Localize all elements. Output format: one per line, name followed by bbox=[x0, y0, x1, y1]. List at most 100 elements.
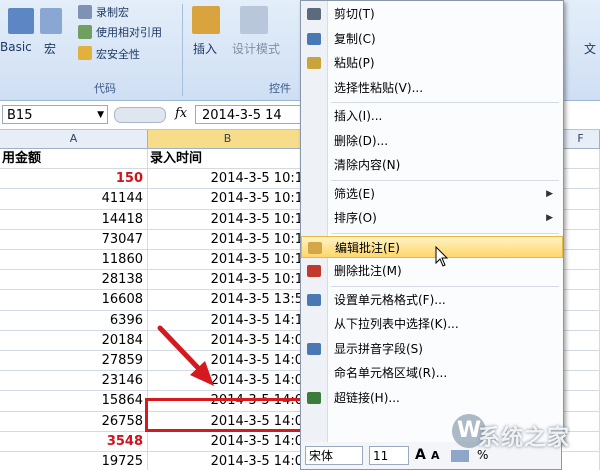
column-header-a[interactable]: A bbox=[0, 130, 148, 148]
design-mode-icon[interactable] bbox=[240, 6, 268, 34]
menu-item-13[interactable]: 显示拼音字段(S) bbox=[301, 338, 563, 360]
chevron-down-icon[interactable]: ▼ bbox=[97, 106, 104, 125]
menu-item-2[interactable]: 粘贴(P) bbox=[301, 52, 563, 74]
submenu-arrow-icon: ▶ bbox=[546, 188, 553, 199]
name-box[interactable]: B15 ▼ bbox=[2, 105, 108, 124]
relative-ref-button[interactable]: 使用相对引用 bbox=[96, 24, 162, 40]
column-header-f[interactable]: F bbox=[562, 130, 600, 148]
menu-item-0[interactable]: 剪切(T) bbox=[301, 3, 563, 25]
cell-amount[interactable]: 73047 bbox=[0, 229, 148, 250]
cell-time[interactable]: 2014-3-5 10:1 bbox=[148, 169, 308, 190]
menu-item-1[interactable]: 复制(C) bbox=[301, 28, 563, 50]
format-cells-icon bbox=[307, 293, 321, 306]
cell-time[interactable]: 2014-3-5 14:0 bbox=[148, 351, 308, 372]
menu-item-10[interactable]: 删除批注(M) bbox=[301, 260, 563, 282]
cell-time[interactable]: 2014-3-5 13:5 bbox=[148, 290, 308, 311]
menu-separator bbox=[331, 179, 559, 181]
name-box-value: B15 bbox=[7, 108, 33, 123]
warning-icon bbox=[78, 46, 92, 60]
design-mode-button[interactable]: 设计模式 bbox=[232, 40, 280, 57]
cell-time[interactable]: 2014-3-5 14:0 bbox=[148, 452, 308, 470]
menu-item-5[interactable]: 删除(D)... bbox=[301, 130, 563, 152]
menu-item-15[interactable]: 超链接(H)... bbox=[301, 387, 563, 409]
cell-amount[interactable]: 150 bbox=[0, 169, 148, 190]
delete-comment-icon bbox=[307, 265, 321, 277]
cell-time[interactable]: 2014-3-5 10:1 bbox=[148, 189, 308, 210]
visual-basic-button[interactable]: Basic bbox=[0, 40, 32, 54]
menu-item-label: 筛选(E) bbox=[334, 186, 375, 201]
insert-control-button[interactable]: 插入 bbox=[193, 40, 217, 57]
record-macro-button[interactable]: 录制宏 bbox=[96, 4, 129, 20]
menu-item-label: 删除批注(M) bbox=[334, 264, 402, 278]
fx-icon[interactable]: fx bbox=[175, 106, 187, 121]
font-size-select[interactable]: 11 bbox=[369, 446, 409, 465]
edit-comment-icon bbox=[308, 241, 322, 254]
grow-font-button[interactable]: A bbox=[415, 446, 426, 465]
macro-icon[interactable] bbox=[40, 8, 62, 34]
paste-icon bbox=[307, 57, 321, 69]
currency-format-icon[interactable] bbox=[451, 450, 469, 462]
menu-item-label: 从下拉列表中选择(K)... bbox=[334, 317, 459, 331]
cell-time[interactable]: 2014-3-5 10:1 bbox=[148, 250, 308, 271]
cell-time[interactable]: 2014-3-5 10:1 bbox=[148, 229, 308, 250]
selected-cell-highlight bbox=[145, 398, 317, 432]
header-cell-time[interactable]: 录入时间 bbox=[148, 149, 308, 170]
menu-item-label: 命名单元格区域(R)... bbox=[334, 366, 448, 380]
cell-time[interactable]: 2014-3-5 10:1 bbox=[148, 209, 308, 230]
hyperlink-icon bbox=[307, 391, 321, 404]
cell-amount[interactable]: 28138 bbox=[0, 270, 148, 291]
header-cell-amount[interactable]: 用金额 bbox=[0, 149, 148, 170]
macro-button[interactable]: 宏 bbox=[44, 40, 56, 57]
cell-time[interactable]: 2014-3-5 14:1 bbox=[148, 310, 308, 331]
menu-item-9[interactable]: 编辑批注(E) bbox=[301, 235, 563, 258]
menu-item-14[interactable]: 命名单元格区域(R)... bbox=[301, 362, 563, 384]
font-name-value: 宋体 bbox=[309, 449, 334, 463]
macro-security-button[interactable]: 宏安全性 bbox=[96, 46, 140, 62]
menu-item-label: 插入(I)... bbox=[334, 109, 383, 123]
toolbox-icon[interactable] bbox=[192, 6, 220, 34]
cell-time[interactable]: 2014-3-5 14:0 bbox=[148, 431, 308, 452]
basic-icon[interactable] bbox=[8, 8, 34, 34]
cell-amount[interactable]: 11860 bbox=[0, 250, 148, 271]
cell-amount[interactable]: 26758 bbox=[0, 411, 148, 432]
cell-amount[interactable]: 27859 bbox=[0, 351, 148, 372]
menu-item-label: 删除(D)... bbox=[334, 133, 389, 148]
record-macro-icon bbox=[78, 5, 92, 19]
cell-amount[interactable]: 20184 bbox=[0, 330, 148, 351]
menu-item-label: 复制(C) bbox=[334, 31, 376, 46]
menu-item-11[interactable]: 设置单元格格式(F)... bbox=[301, 289, 563, 311]
menu-separator bbox=[331, 102, 559, 103]
menu-separator bbox=[331, 232, 559, 234]
menu-item-label: 清除内容(N) bbox=[334, 158, 401, 172]
submenu-arrow-icon: ▶ bbox=[546, 213, 553, 223]
menu-item-label: 粘贴(P) bbox=[334, 56, 375, 70]
cell-amount[interactable]: 41144 bbox=[0, 189, 148, 210]
cell-amount[interactable]: 16608 bbox=[0, 290, 148, 311]
menu-item-label: 排序(O) bbox=[334, 211, 377, 225]
menu-item-8[interactable]: 排序(O) ▶ bbox=[301, 207, 563, 229]
cell-amount[interactable]: 6396 bbox=[0, 310, 148, 331]
cell-amount[interactable]: 23146 bbox=[0, 371, 148, 392]
menu-item-6[interactable]: 清除内容(N) bbox=[301, 154, 563, 176]
menu-item-7[interactable]: 筛选(E) ▶ bbox=[301, 183, 563, 205]
menu-item-label: 剪切(T) bbox=[334, 7, 375, 21]
cell-amount[interactable]: 3548 bbox=[0, 431, 148, 452]
cell-amount[interactable]: 15864 bbox=[0, 391, 148, 412]
cell-time[interactable]: 2014-3-5 14:0 bbox=[148, 330, 308, 351]
font-size-value: 11 bbox=[373, 449, 389, 463]
menu-item-4[interactable]: 插入(I)... bbox=[301, 105, 563, 127]
cell-time[interactable]: 2014-3-5 10:1 bbox=[148, 270, 308, 291]
cell-amount[interactable]: 19725 bbox=[0, 452, 148, 470]
zoom-slider-icon[interactable] bbox=[114, 107, 166, 123]
menu-item-3[interactable]: 选择性粘贴(V)... bbox=[301, 77, 563, 99]
ribbon-right-label: 文 bbox=[584, 42, 597, 56]
shrink-font-button[interactable]: A bbox=[431, 446, 440, 465]
context-menu: 剪切(T) 复制(C) 粘贴(P) 选择性粘贴(V)... 插入(I)... 删除(D).… bbox=[300, 0, 564, 444]
cell-amount[interactable]: 14418 bbox=[0, 209, 148, 230]
cell-time[interactable]: 2014-3-5 14:0 bbox=[148, 371, 308, 392]
column-header-b[interactable]: B bbox=[148, 130, 308, 148]
menu-item-label: 超链接(H)... bbox=[334, 390, 400, 405]
font-name-select[interactable]: 宋体 bbox=[305, 446, 363, 465]
formula-input[interactable]: 2014-3-5 14 bbox=[195, 105, 315, 124]
menu-item-12[interactable]: 从下拉列表中选择(K)... bbox=[301, 313, 563, 335]
